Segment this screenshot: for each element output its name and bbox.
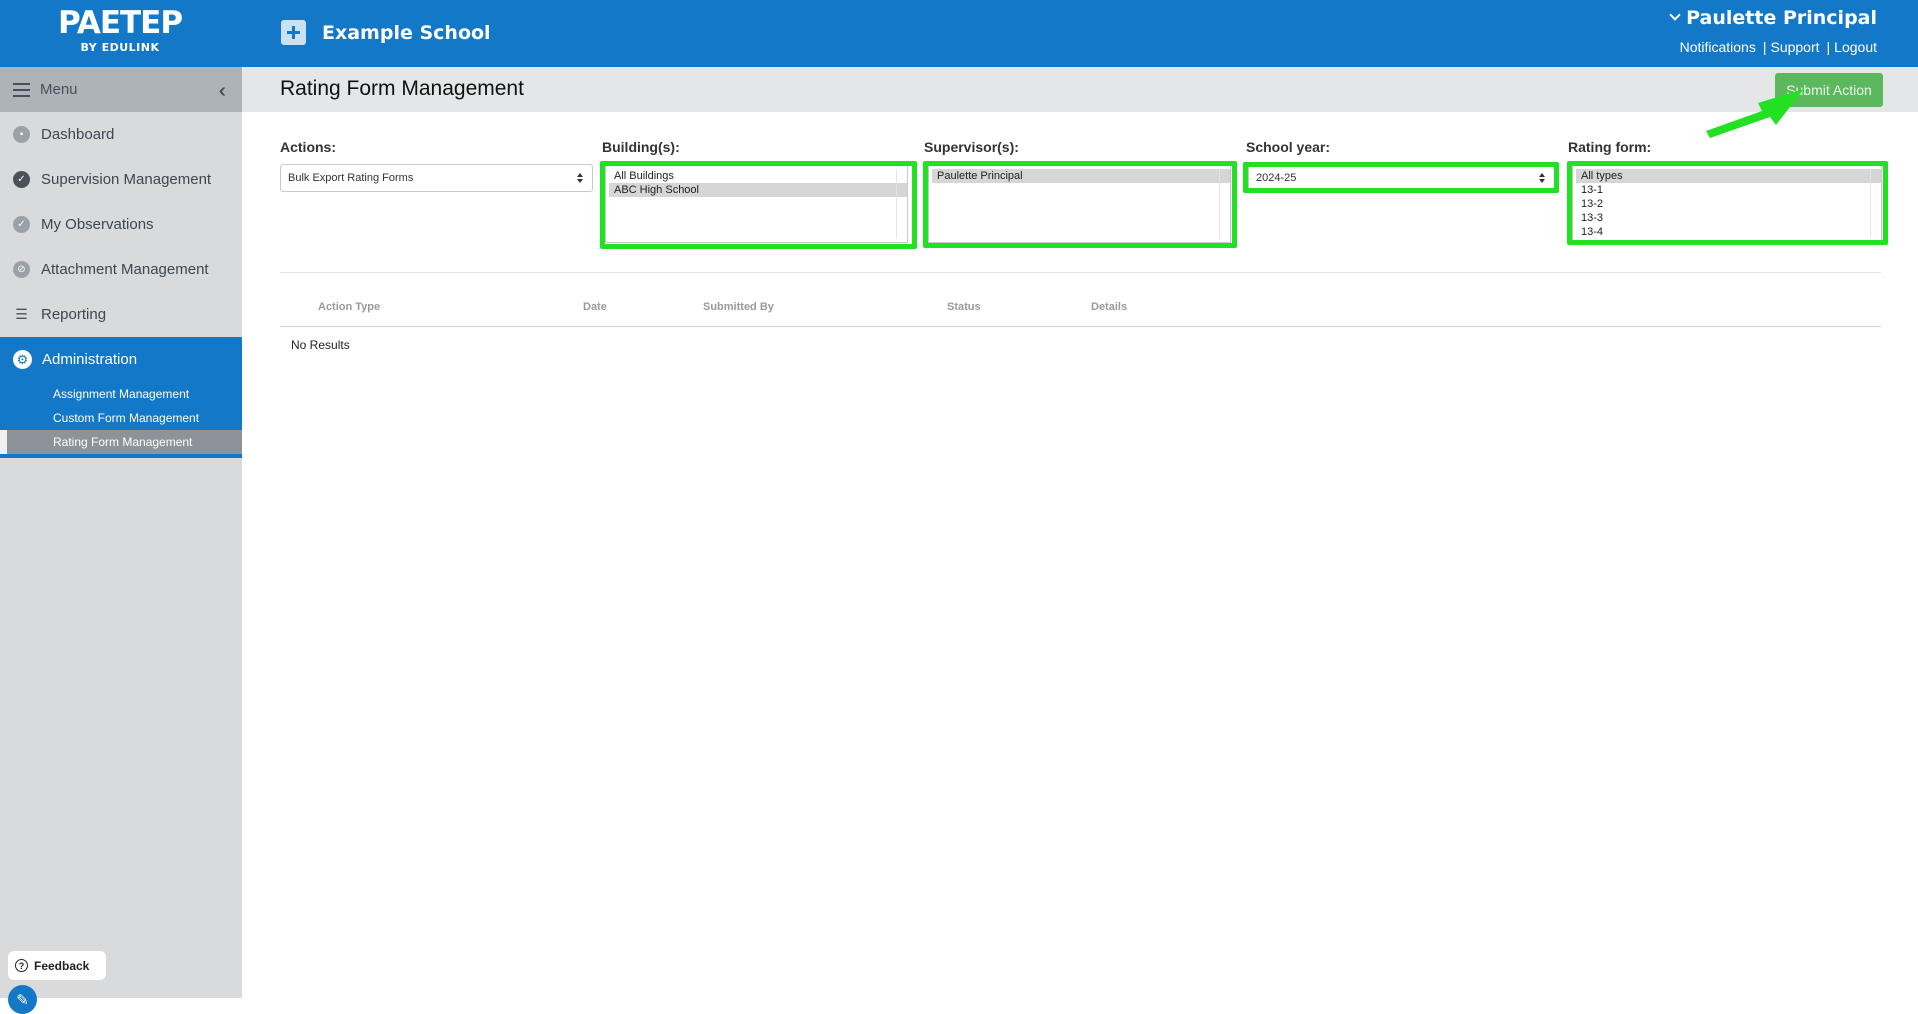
question-icon: ? <box>15 959 28 972</box>
sidebar-item-label: Reporting <box>41 306 107 323</box>
plus-icon[interactable] <box>281 20 306 45</box>
report-icon: ☰ <box>15 306 28 322</box>
menu-header: Menu ‹‹ <box>0 67 242 112</box>
highlight-box <box>1243 162 1559 193</box>
feedback-label: Feedback <box>34 958 90 973</box>
column-header-action-type[interactable]: Action Type <box>318 301 380 313</box>
sidebar: Menu ‹‹ ▪ Dashboard ✓ Supervision Manage… <box>0 67 242 1014</box>
top-header: PAETEP BY EDULINK Example School Paulett… <box>0 0 1918 67</box>
sidebar-subitem-assignment-management[interactable]: Assignment Management <box>0 382 242 406</box>
notifications-link[interactable]: Notifications <box>1680 39 1756 55</box>
sidebar-item-attachment-management[interactable]: ⊘ Attachment Management <box>0 247 242 292</box>
supervisors-label: Supervisor(s): <box>924 139 1019 155</box>
column-header-status[interactable]: Status <box>947 301 981 313</box>
school-year-label: School year: <box>1246 139 1331 155</box>
school-name: Example School <box>322 21 491 44</box>
divider <box>0 454 242 458</box>
select-arrows-icon <box>577 173 583 184</box>
support-link[interactable]: Support <box>1770 39 1819 55</box>
feedback-button[interactable]: ? Feedback <box>8 951 106 980</box>
menu-list-icon <box>13 82 30 97</box>
sidebar-item-label: Supervision Management <box>41 171 212 188</box>
check-circle-icon: ✓ <box>13 171 30 188</box>
sidebar-item-dashboard[interactable]: ▪ Dashboard <box>0 112 242 157</box>
column-header-submitted-by[interactable]: Submitted By <box>703 301 774 313</box>
page-title: Rating Form Management <box>280 77 524 100</box>
sidebar-item-administration[interactable]: ⚙ Administration <box>0 337 242 382</box>
user-name: Paulette Principal <box>1686 7 1877 29</box>
highlight-box <box>923 161 1237 248</box>
column-header-date[interactable]: Date <box>583 301 607 313</box>
sidebar-item-label: Attachment Management <box>41 261 209 278</box>
column-header-details[interactable]: Details <box>1091 301 1127 313</box>
collapse-sidebar-icon[interactable]: ‹‹ <box>219 80 228 103</box>
buildings-label: Building(s): <box>602 139 680 155</box>
page-header: Rating Form Management Submit Action <box>242 67 1918 112</box>
sidebar-item-reporting[interactable]: ☰ Reporting <box>0 292 242 337</box>
actions-label: Actions: <box>280 139 336 155</box>
no-results-text: No Results <box>291 338 350 352</box>
actions-select[interactable]: Bulk Export Rating Forms <box>280 164 593 192</box>
chevron-down-icon <box>1669 9 1681 21</box>
gear-icon: ⚙ <box>13 350 32 369</box>
logo[interactable]: PAETEP BY EDULINK <box>40 5 200 55</box>
sidebar-subitem-custom-form-management[interactable]: Custom Form Management <box>0 406 242 430</box>
dashboard-icon: ▪ <box>13 126 30 143</box>
highlight-box <box>600 161 917 249</box>
logo-brand: PAETEP <box>57 5 183 41</box>
user-menu: Paulette Principal Notifications | Support… <box>1669 6 1877 55</box>
link-separator: | <box>1762 39 1767 55</box>
link-separator: | <box>1826 39 1831 55</box>
sidebar-subitem-rating-form-management[interactable]: Rating Form Management <box>0 430 242 454</box>
sidebar-item-my-observations[interactable]: ✓ My Observations <box>0 202 242 247</box>
menu-label: Menu <box>40 81 78 98</box>
annotation-arrow-icon <box>1706 89 1804 138</box>
sidebar-section-administration: ⚙ Administration Assignment Management C… <box>0 337 242 458</box>
user-name-dropdown[interactable]: Paulette Principal <box>1669 6 1877 30</box>
section-divider <box>280 272 1881 273</box>
highlight-box <box>1567 161 1888 245</box>
checkmark-icon: ✓ <box>13 216 30 233</box>
sidebar-item-label: Dashboard <box>41 126 115 143</box>
edit-note-icon[interactable]: ✎ <box>8 985 37 1014</box>
sidebar-item-supervision-management[interactable]: ✓ Supervision Management <box>0 157 242 202</box>
paperclip-icon: ⊘ <box>13 261 30 278</box>
sidebar-item-label: Administration <box>42 351 138 368</box>
school-switcher[interactable]: Example School <box>281 20 491 45</box>
actions-select-value: Bulk Export Rating Forms <box>288 172 414 184</box>
sidebar-item-label: My Observations <box>41 216 154 233</box>
header-links: Notifications | Support | Logout <box>1671 39 1877 55</box>
logout-link[interactable]: Logout <box>1834 39 1877 55</box>
logo-subtitle: BY EDULINK <box>80 41 160 54</box>
table-header: Action Type Date Submitted By Status Det… <box>280 295 1881 327</box>
rating-form-label: Rating form: <box>1568 139 1652 155</box>
